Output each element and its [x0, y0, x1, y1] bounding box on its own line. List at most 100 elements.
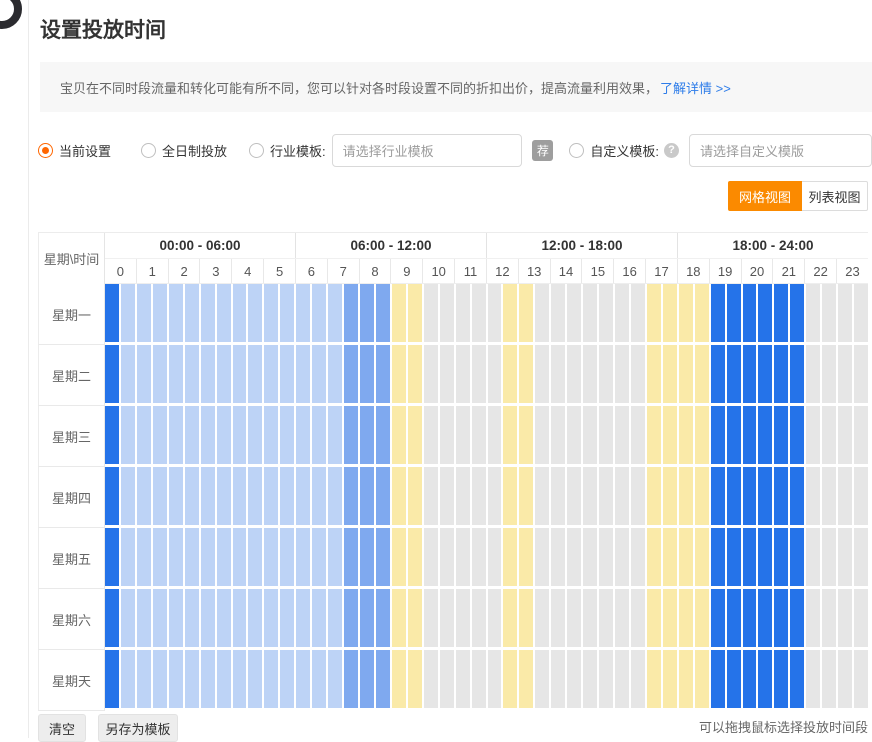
schedule-cell[interactable] — [743, 589, 759, 647]
schedule-cell[interactable] — [599, 284, 615, 342]
schedule-cell[interactable] — [663, 650, 679, 708]
schedule-cell[interactable] — [488, 345, 504, 403]
schedule-cell[interactable] — [296, 284, 312, 342]
schedule-cell[interactable] — [185, 345, 201, 403]
schedule-cell[interactable] — [503, 589, 519, 647]
schedule-cell[interactable] — [280, 650, 296, 708]
schedule-cell[interactable] — [822, 528, 838, 586]
schedule-cell[interactable] — [280, 406, 296, 464]
schedule-cell[interactable] — [264, 589, 280, 647]
schedule-cell[interactable] — [519, 467, 535, 525]
schedule-cell[interactable] — [774, 406, 790, 464]
schedule-cell[interactable] — [758, 345, 774, 403]
schedule-cell[interactable] — [758, 589, 774, 647]
schedule-cell[interactable] — [248, 284, 264, 342]
schedule-cell[interactable] — [806, 650, 822, 708]
option-current-setting[interactable]: 当前设置 — [38, 141, 111, 160]
schedule-cell[interactable] — [647, 467, 663, 525]
schedule-cell[interactable] — [360, 650, 376, 708]
schedule-cell[interactable] — [551, 345, 567, 403]
schedule-cell[interactable] — [488, 589, 504, 647]
schedule-cell[interactable] — [743, 650, 759, 708]
schedule-cell[interactable] — [774, 467, 790, 525]
schedule-cell[interactable] — [392, 345, 408, 403]
schedule-cell[interactable] — [519, 528, 535, 586]
schedule-cell[interactable] — [631, 528, 647, 586]
schedule-cell[interactable] — [264, 650, 280, 708]
schedule-cell[interactable] — [376, 528, 392, 586]
schedule-cell[interactable] — [503, 467, 519, 525]
help-icon[interactable]: ? — [664, 143, 679, 158]
schedule-cell[interactable] — [248, 650, 264, 708]
schedule-cell[interactable] — [631, 406, 647, 464]
radio-full-day[interactable] — [141, 143, 156, 158]
schedule-cell[interactable] — [344, 345, 360, 403]
schedule-cell[interactable] — [264, 467, 280, 525]
schedule-cell[interactable] — [488, 467, 504, 525]
schedule-cell[interactable] — [440, 345, 456, 403]
schedule-cell[interactable] — [169, 528, 185, 586]
schedule-cell[interactable] — [376, 345, 392, 403]
schedule-cell[interactable] — [121, 650, 137, 708]
schedule-cell[interactable] — [472, 406, 488, 464]
schedule-cell[interactable] — [296, 345, 312, 403]
schedule-cell[interactable] — [376, 406, 392, 464]
schedule-cell[interactable] — [217, 528, 233, 586]
schedule-cell[interactable] — [679, 589, 695, 647]
schedule-cell[interactable] — [854, 650, 868, 708]
schedule-cell[interactable] — [185, 589, 201, 647]
schedule-cell[interactable] — [535, 528, 551, 586]
schedule-cell[interactable] — [503, 650, 519, 708]
schedule-cell[interactable] — [822, 589, 838, 647]
schedule-cell[interactable] — [360, 589, 376, 647]
schedule-cell[interactable] — [679, 528, 695, 586]
schedule-cell[interactable] — [296, 528, 312, 586]
schedule-cell[interactable] — [663, 467, 679, 525]
schedule-cell[interactable] — [806, 406, 822, 464]
schedule-cell[interactable] — [280, 589, 296, 647]
schedule-cell[interactable] — [360, 467, 376, 525]
schedule-cell[interactable] — [854, 406, 868, 464]
schedule-cell[interactable] — [583, 467, 599, 525]
schedule-cell[interactable] — [344, 589, 360, 647]
schedule-cell[interactable] — [838, 467, 854, 525]
schedule-cell[interactable] — [758, 284, 774, 342]
schedule-cell[interactable] — [233, 650, 249, 708]
schedule-cell[interactable] — [201, 406, 217, 464]
radio-current-setting[interactable] — [38, 143, 53, 158]
list-view-button[interactable]: 列表视图 — [802, 181, 868, 211]
schedule-cell[interactable] — [185, 406, 201, 464]
schedule-cell[interactable] — [408, 345, 424, 403]
schedule-cell[interactable] — [264, 284, 280, 342]
schedule-cell[interactable] — [424, 528, 440, 586]
schedule-cell[interactable] — [774, 589, 790, 647]
schedule-cell[interactable] — [551, 284, 567, 342]
schedule-cell[interactable] — [360, 345, 376, 403]
schedule-cell[interactable] — [328, 528, 344, 586]
schedule-cell[interactable] — [727, 650, 743, 708]
schedule-cell[interactable] — [344, 528, 360, 586]
schedule-cell[interactable] — [615, 345, 631, 403]
schedule-cell[interactable] — [679, 345, 695, 403]
schedule-cell[interactable] — [535, 650, 551, 708]
schedule-cell[interactable] — [503, 406, 519, 464]
schedule-cell[interactable] — [233, 467, 249, 525]
schedule-cell[interactable] — [392, 528, 408, 586]
schedule-cell[interactable] — [137, 528, 153, 586]
schedule-cell[interactable] — [408, 589, 424, 647]
schedule-cell[interactable] — [328, 345, 344, 403]
schedule-cell[interactable] — [233, 345, 249, 403]
schedule-cell[interactable] — [456, 406, 472, 464]
schedule-cell[interactable] — [535, 284, 551, 342]
schedule-cell[interactable] — [217, 589, 233, 647]
schedule-cell[interactable] — [567, 406, 583, 464]
schedule-cell[interactable] — [153, 467, 169, 525]
schedule-cell[interactable] — [392, 467, 408, 525]
schedule-cell[interactable] — [743, 345, 759, 403]
schedule-cell[interactable] — [105, 467, 121, 525]
schedule-cell[interactable] — [344, 650, 360, 708]
schedule-cell[interactable] — [774, 345, 790, 403]
schedule-cell[interactable] — [488, 528, 504, 586]
schedule-cell[interactable] — [376, 589, 392, 647]
schedule-cell[interactable] — [519, 345, 535, 403]
